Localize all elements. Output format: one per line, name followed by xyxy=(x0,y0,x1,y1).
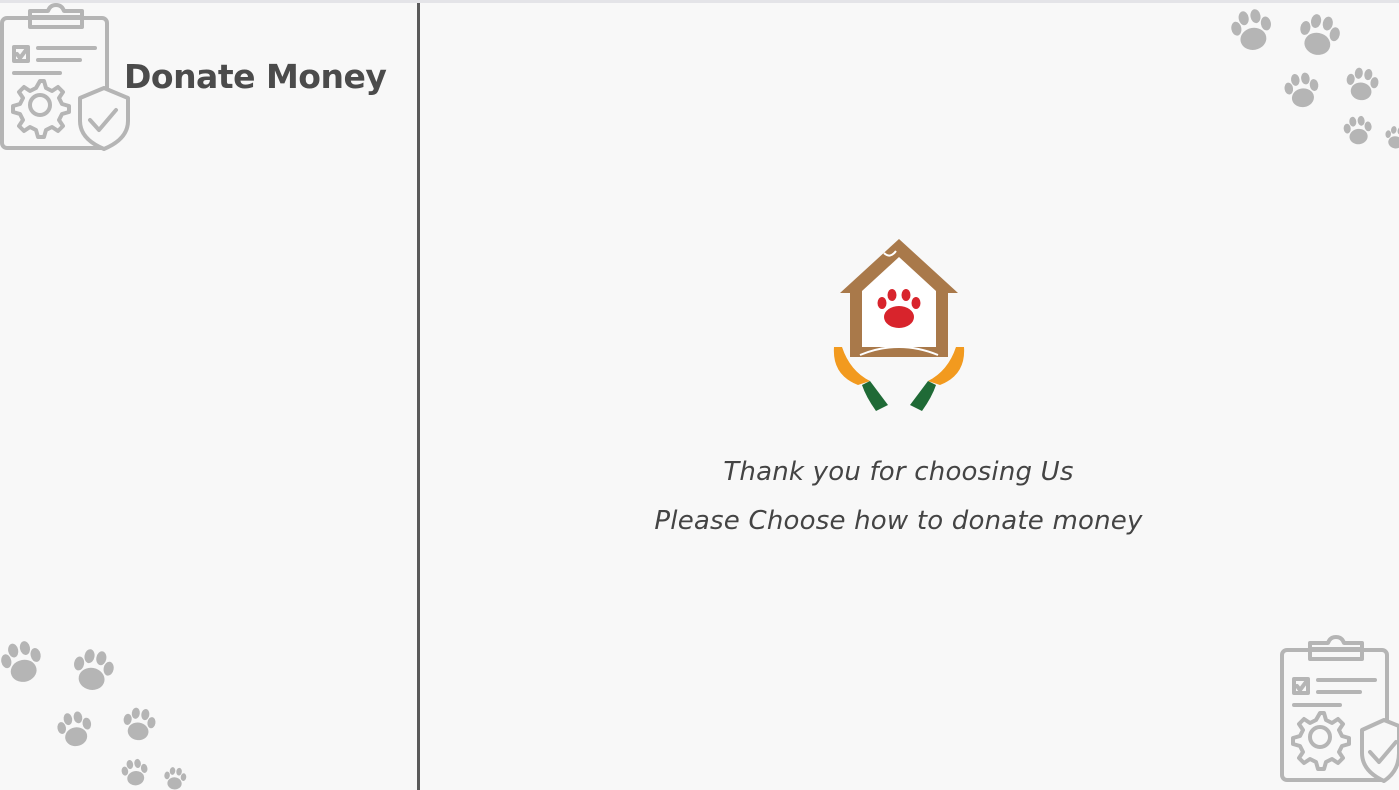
thank-you-text: Thank you for choosing Us xyxy=(723,457,1074,487)
donate-money-screen: Donate Money Thank you for choosing Us P… xyxy=(0,0,1399,790)
donate-instruction-text: Please Choose how to donate money xyxy=(654,506,1143,536)
main-panel: Thank you for choosing Us Please Choose … xyxy=(420,3,1399,790)
paw-prints-icon xyxy=(1,641,187,790)
clipboard-gear-shield-icon xyxy=(0,3,130,151)
page-title: Donate Money xyxy=(124,57,387,96)
house-paw-hands-logo xyxy=(833,239,965,411)
paw-prints-icon xyxy=(1231,9,1399,149)
clipboard-gear-shield-icon xyxy=(1280,635,1399,783)
sidebar: Donate Money xyxy=(0,3,420,790)
